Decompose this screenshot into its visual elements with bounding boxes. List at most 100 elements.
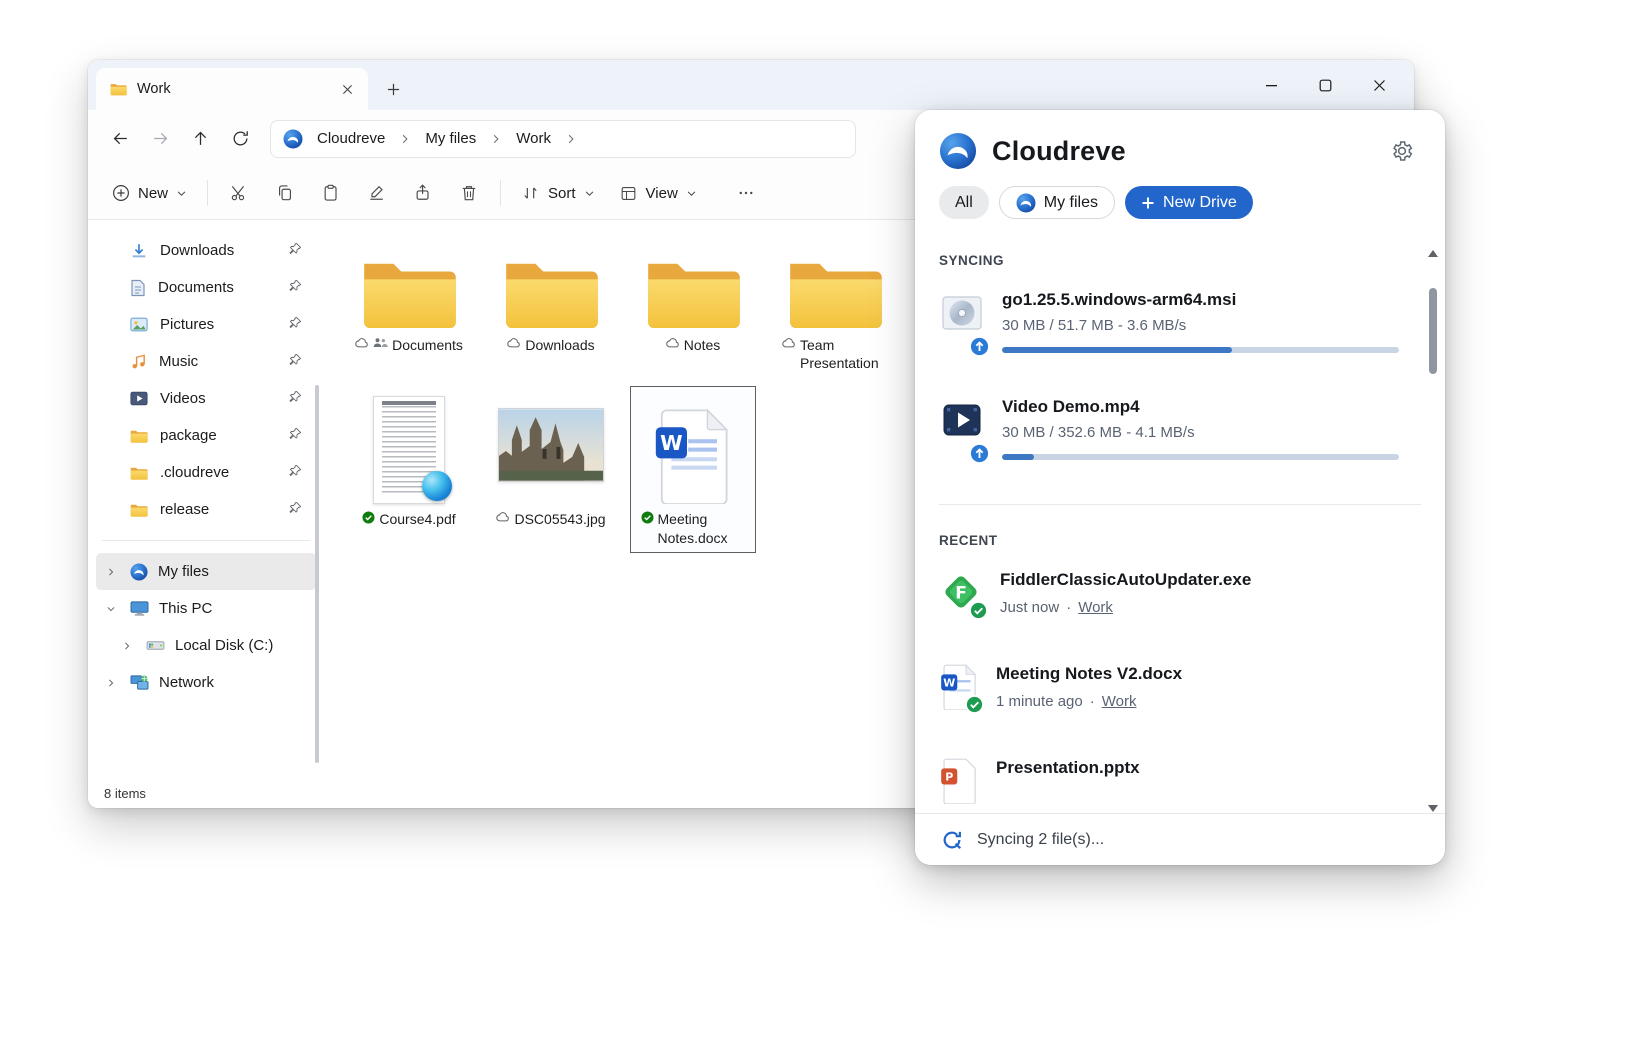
sidebar-item-release[interactable]: release [96, 491, 316, 528]
tab-work[interactable]: Work [96, 68, 368, 110]
cloudreve-logo-icon [130, 563, 148, 581]
new-drive-button[interactable]: New Drive [1125, 186, 1253, 219]
scroll-up-icon[interactable] [1428, 250, 1438, 257]
view-icon [619, 184, 638, 203]
rename-button[interactable] [354, 174, 400, 212]
sidebar-label: package [160, 427, 217, 444]
uploading-badge-icon [969, 443, 990, 464]
minimize-button[interactable] [1244, 60, 1298, 110]
refresh-button[interactable] [220, 119, 260, 159]
folder-icon [359, 254, 459, 330]
sidebar-item-network[interactable]: Network [96, 664, 316, 701]
maximize-button[interactable] [1298, 60, 1352, 110]
svg-text:P: P [945, 770, 953, 783]
ellipsis-icon [737, 184, 755, 202]
tab-close-icon[interactable] [334, 76, 360, 102]
copy-button[interactable] [262, 174, 308, 212]
folder-item-downloads[interactable]: Downloads [480, 238, 622, 372]
sidebar-item-pictures[interactable]: Pictures [96, 306, 316, 343]
filter-my-files[interactable]: My files [999, 186, 1115, 219]
sidebar-label: Network [159, 674, 214, 691]
back-button[interactable] [100, 119, 140, 159]
chevron-right-icon[interactable] [102, 678, 120, 688]
more-options-button[interactable] [723, 174, 769, 212]
uploading-badge-icon [969, 336, 990, 357]
panel-scrollbar[interactable] [1427, 250, 1439, 812]
file-item-meeting-notes-docx[interactable]: W Meeting Notes.docx [630, 386, 756, 552]
meta-separator: · [1066, 599, 1071, 616]
sidebar-item-music[interactable]: Music [96, 343, 316, 380]
video-file-icon [939, 397, 985, 460]
scrollbar-track[interactable] [1427, 262, 1439, 800]
recent-file-name: Meeting Notes V2.docx [996, 664, 1399, 684]
file-item-dsc05543-jpg[interactable]: DSC05543.jpg [480, 386, 622, 552]
recent-item[interactable]: W Meeting Notes V2.docx 1 minute ago · W… [939, 664, 1399, 710]
folder-item-notes[interactable]: Notes [622, 238, 764, 372]
view-button[interactable]: View [607, 174, 709, 212]
recent-location-link[interactable]: Work [1078, 599, 1113, 616]
close-button[interactable] [1352, 60, 1406, 110]
panel-footer: Syncing 2 file(s)... [915, 813, 1445, 865]
pin-icon [289, 279, 302, 292]
folder-item-team-presentation[interactable]: Team Presentation [764, 238, 906, 372]
address-bar[interactable]: Cloudreve My files Work [270, 120, 856, 158]
chevron-right-icon [561, 133, 581, 145]
synced-badge-icon [969, 601, 988, 620]
chevron-right-icon[interactable] [118, 641, 136, 651]
sidebar-item-documents[interactable]: Documents [96, 269, 316, 306]
sidebar-item-local-disk[interactable]: Local Disk (C:) [96, 627, 316, 664]
filter-all[interactable]: All [939, 186, 989, 219]
share-button[interactable] [400, 174, 446, 212]
file-item-course4-pdf[interactable]: Course4.pdf [338, 386, 480, 552]
photo-thumbnail [498, 408, 604, 482]
folder-item-documents[interactable]: Documents [338, 238, 480, 372]
sidebar-item-package[interactable]: package [96, 417, 316, 454]
progress-bar [1002, 347, 1399, 353]
recent-item[interactable]: P Presentation.pptx [939, 758, 1399, 804]
up-button[interactable] [180, 119, 220, 159]
delete-button[interactable] [446, 174, 492, 212]
scissors-icon [229, 183, 249, 203]
breadcrumb-my-files[interactable]: My files [419, 126, 482, 151]
chevron-down-icon[interactable] [102, 604, 120, 614]
sidebar-scrollbar[interactable] [315, 385, 319, 763]
word-file-icon: W [939, 664, 979, 710]
paste-button[interactable] [308, 174, 354, 212]
forward-button[interactable] [140, 119, 180, 159]
cloudreve-panel: Cloudreve All My files New Drive SYNCING [915, 110, 1445, 865]
sidebar-item-cloudreve-folder[interactable]: .cloudreve [96, 454, 316, 491]
synced-check-icon [362, 511, 375, 524]
filter-all-label: All [955, 194, 973, 212]
sidebar-item-videos[interactable]: Videos [96, 380, 316, 417]
recent-file-name: FiddlerClassicAutoUpdater.exe [1000, 570, 1399, 590]
scrollbar-thumb[interactable] [1429, 288, 1437, 374]
chevron-down-icon [176, 188, 187, 199]
new-button[interactable]: New [100, 174, 199, 212]
powerpoint-file-icon: P [939, 758, 979, 804]
cloud-status-icon [782, 337, 796, 348]
sidebar-item-my-files[interactable]: My files [96, 553, 316, 590]
sort-button-label: Sort [548, 185, 576, 202]
syncing-heading: SYNCING [939, 253, 1399, 268]
new-tab-button[interactable] [376, 72, 410, 106]
cut-button[interactable] [216, 174, 262, 212]
videos-icon [130, 391, 148, 406]
view-button-label: View [646, 185, 678, 202]
settings-button[interactable] [1385, 134, 1419, 168]
synced-check-icon [641, 511, 654, 524]
chevron-right-icon[interactable] [102, 567, 120, 577]
filter-my-files-label: My files [1044, 194, 1098, 212]
syncing-item[interactable]: Video Demo.mp4 30 MB / 352.6 MB - 4.1 MB… [939, 397, 1399, 460]
recent-location-link[interactable]: Work [1102, 693, 1137, 710]
pdf-thumbnail [373, 396, 445, 504]
sidebar-item-this-pc[interactable]: This PC [96, 590, 316, 627]
syncing-item[interactable]: go1.25.5.windows-arm64.msi 30 MB / 51.7 … [939, 290, 1399, 353]
folder-name: Downloads [525, 336, 594, 354]
sort-button[interactable]: Sort [509, 174, 607, 212]
recent-item[interactable]: F FiddlerClassicAutoUpdater.exe Just now… [939, 570, 1399, 616]
breadcrumb-cloudreve[interactable]: Cloudreve [311, 126, 391, 151]
breadcrumb-work[interactable]: Work [510, 126, 557, 151]
scroll-down-icon[interactable] [1428, 805, 1438, 812]
pin-icon [289, 464, 302, 477]
sidebar-item-downloads[interactable]: Downloads [96, 232, 316, 269]
